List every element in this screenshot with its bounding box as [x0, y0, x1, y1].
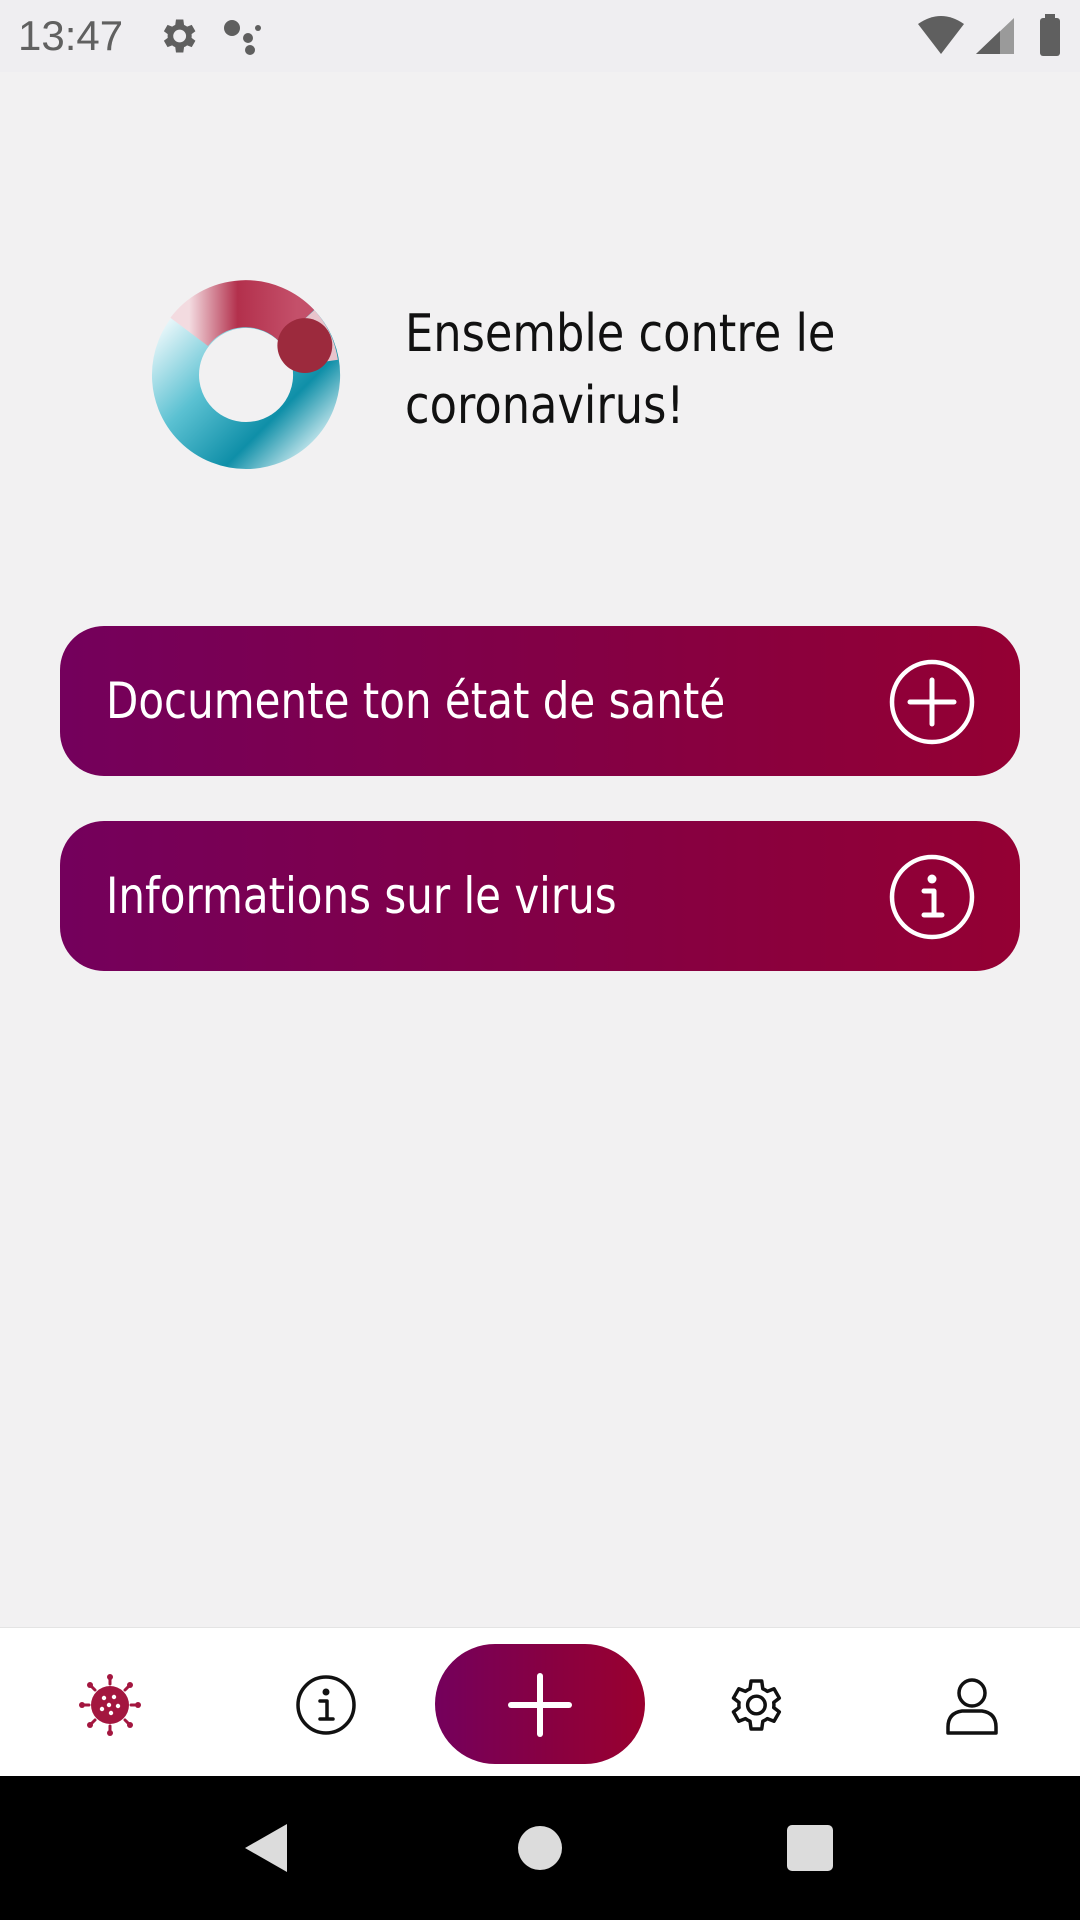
info-circle-icon [296, 1675, 356, 1735]
nav-add-button[interactable] [435, 1644, 645, 1764]
info-circle-icon [889, 854, 975, 940]
bottom-navigation [0, 1627, 1080, 1777]
status-time: 13:47 [18, 12, 124, 59]
back-icon[interactable] [237, 1818, 297, 1878]
nav-settings[interactable] [692, 1628, 812, 1777]
document-health-button[interactable]: Documente ton état de santé [60, 626, 1020, 776]
nav-info[interactable] [264, 1628, 384, 1777]
nav-profile[interactable] [910, 1628, 1030, 1777]
plus-icon [508, 1673, 572, 1737]
virus-info-label: Informations sur le virus [106, 867, 617, 925]
gear-icon [163, 19, 196, 53]
virus-icon [79, 1674, 141, 1736]
hero-title: Ensemble contre le coronavirus! [405, 304, 836, 436]
status-indicators [918, 14, 1060, 56]
document-health-label: Documente ton état de santé [106, 672, 726, 730]
virus-info-button[interactable]: Informations sur le virus [60, 821, 1020, 971]
person-icon [946, 1678, 998, 1735]
battery-icon [1040, 18, 1060, 56]
plus-circle-icon [889, 659, 975, 745]
nav-home[interactable] [48, 1628, 168, 1777]
status-bar: 13:47 [0, 0, 1080, 72]
ring-logo-icon [151, 280, 341, 470]
wifi-icon [918, 16, 964, 54]
recents-icon[interactable] [780, 1818, 840, 1878]
gear-icon [731, 1679, 782, 1731]
system-navigation-bar [0, 1776, 1080, 1920]
assistant-dots-icon [224, 20, 261, 55]
home-icon[interactable] [510, 1818, 570, 1878]
